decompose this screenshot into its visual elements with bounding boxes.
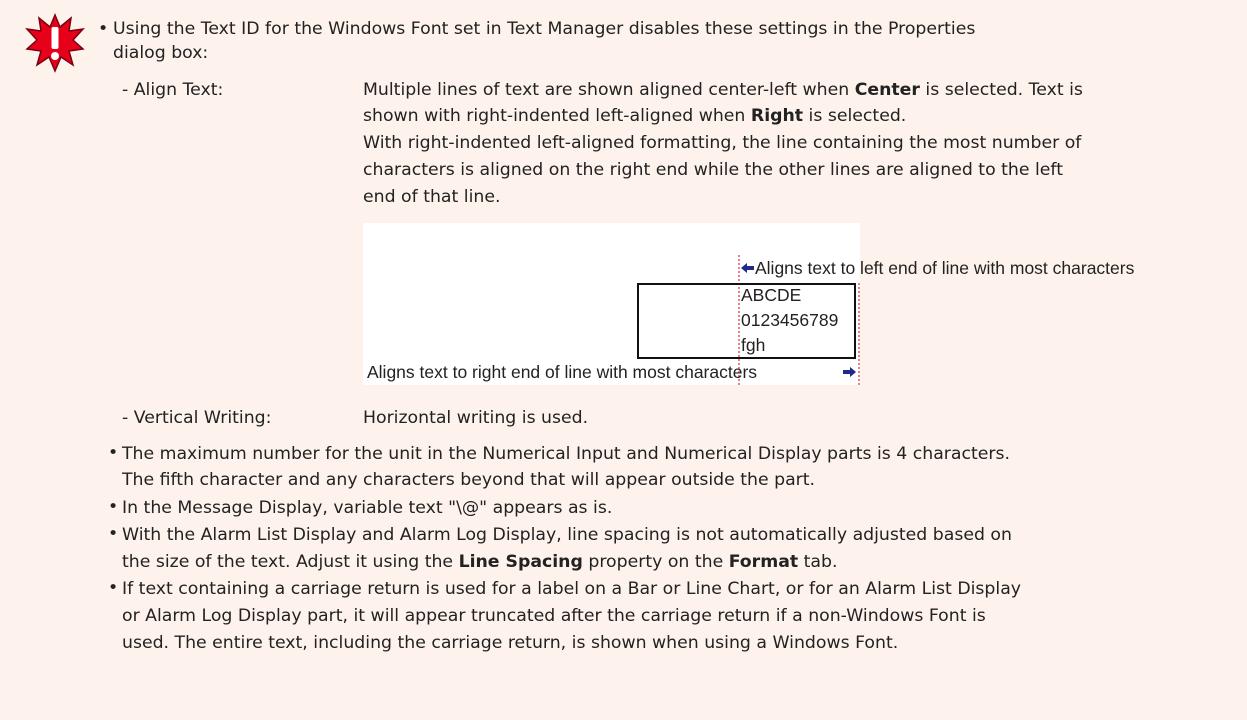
bullet-dot: • bbox=[108, 497, 119, 517]
vertical-writing-label: - Vertical Writing: bbox=[122, 408, 272, 428]
bullet-1-line-1: The maximum number for the unit in the N… bbox=[122, 444, 1011, 464]
bullet-3-line-1: With the Alarm List Display and Alarm Lo… bbox=[122, 525, 1012, 545]
bullet-2: In the Message Display, variable text "\… bbox=[122, 498, 613, 518]
bullet-3-line-2: the size of the text. Adjust it using th… bbox=[122, 552, 838, 572]
bullet-4-line-2: or Alarm Log Display part, it will appea… bbox=[122, 606, 986, 626]
vertical-writing-text: Horizontal writing is used. bbox=[363, 408, 589, 428]
bullet-4-line-1: If text containing a carriage return is … bbox=[122, 579, 1022, 599]
figure-line-3: fgh bbox=[741, 335, 766, 355]
bullet-1-line-2: The fifth character and any characters b… bbox=[122, 470, 816, 490]
figure-bottom-note: Aligns text to right end of line with mo… bbox=[367, 362, 758, 382]
bullet-dot: • bbox=[108, 443, 119, 463]
arrow-right-icon bbox=[843, 367, 856, 377]
figure-top-note: Aligns text to left end of line with mos… bbox=[755, 258, 1135, 278]
bullet-dot: • bbox=[108, 524, 119, 544]
figure-line-1: ABCDE bbox=[741, 285, 802, 305]
bullet-4-line-3: used. The entire text, including the car… bbox=[122, 633, 899, 653]
bullet-dot: • bbox=[108, 578, 119, 598]
figure-line-2: 0123456789 bbox=[741, 310, 839, 330]
arrow-left-icon bbox=[741, 263, 754, 273]
